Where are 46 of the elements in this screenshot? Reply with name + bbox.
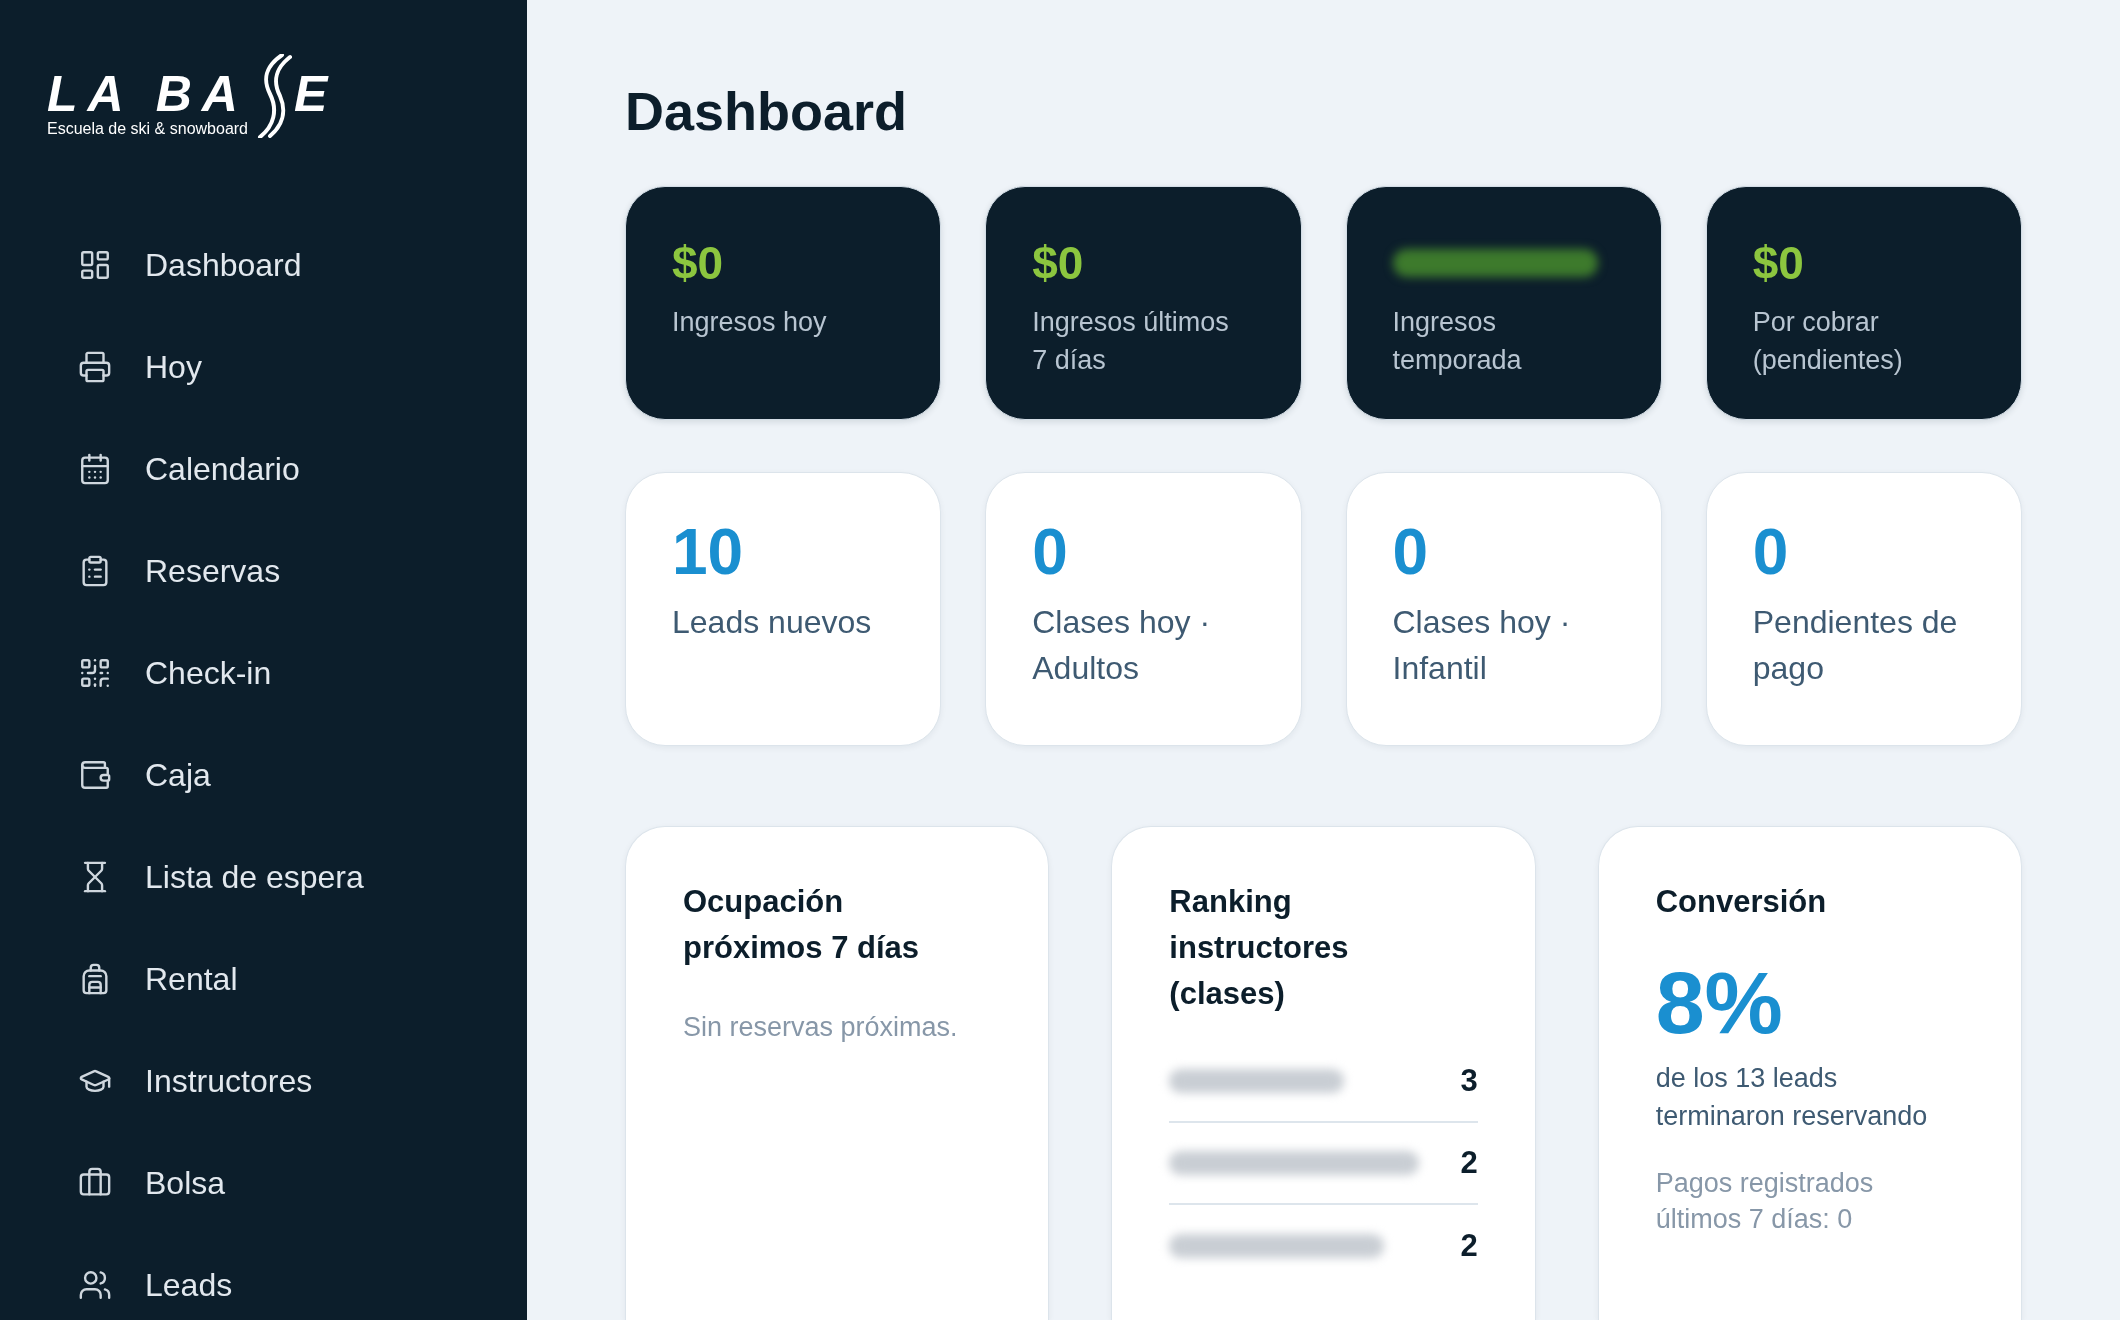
- logo-tagline: Escuela de ski & snowboard: [47, 120, 248, 138]
- stat-label: Pendientes de pago: [1752, 603, 1959, 688]
- dashboard-grid-icon: [78, 248, 112, 282]
- wallet-icon: [78, 758, 112, 792]
- logo-letters: E: [294, 74, 338, 114]
- empty-message: Sin reservas próximas.: [683, 1011, 958, 1044]
- nav-item[interactable]: Lista de espera: [78, 826, 364, 928]
- class-count: 3: [1460, 1062, 1478, 1100]
- card-title: Ocupación próximos 7 días: [683, 883, 921, 967]
- class-count: 2: [1460, 1227, 1478, 1265]
- stat-label: Clases hoy · Adultos: [1032, 603, 1212, 688]
- nav-item[interactable]: Leads: [78, 1234, 233, 1320]
- stat-value: 0: [1392, 517, 1429, 587]
- nav-item[interactable]: Rental: [78, 928, 238, 1030]
- revenue-value: $0: [1032, 236, 1084, 291]
- payments-note: Pagos registrados últimos 7 días: 0: [1655, 1167, 1875, 1236]
- stat-label: Leads nuevos: [672, 603, 872, 642]
- conversion-description: de los 13 leads terminaron reservando: [1655, 1062, 1929, 1133]
- revenue-label: Ingresos temporada: [1392, 306, 1523, 377]
- logo-letters: LA BA: [47, 74, 248, 114]
- conversion-rate: 8%: [1655, 955, 1783, 1051]
- stat-value: 0: [1032, 517, 1068, 587]
- revenue-value: $0: [672, 236, 724, 291]
- stat-value: 0: [1752, 517, 1789, 587]
- calendar-icon: [78, 452, 112, 486]
- card-title: Conversión: [1655, 883, 1827, 921]
- class-count: 2: [1460, 1144, 1478, 1182]
- printer-icon: [78, 350, 112, 384]
- nav-item[interactable]: Dashboard: [78, 214, 302, 316]
- revenue-value: $0: [1752, 236, 1804, 291]
- stat-label: Clases hoy · Infantil: [1392, 603, 1572, 688]
- nav-item[interactable]: Check-in: [78, 622, 272, 724]
- stat-value: 10: [672, 517, 744, 587]
- revenue-label: Ingresos hoy: [672, 306, 827, 339]
- qr-code-icon: [78, 656, 112, 690]
- nav-item[interactable]: Reservas: [78, 520, 281, 622]
- users-icon: [78, 1268, 112, 1302]
- nav-item[interactable]: Hoy: [78, 316, 202, 418]
- revenue-label: Ingresos últimos 7 días: [1032, 306, 1230, 377]
- page-title: Dashboard: [625, 80, 908, 142]
- nav-item[interactable]: Instructores: [78, 1030, 313, 1132]
- nav-item[interactable]: Calendario: [78, 418, 300, 520]
- nav-item[interactable]: Caja: [78, 724, 211, 826]
- revenue-label: Por cobrar (pendientes): [1752, 306, 1904, 377]
- card-title: Ranking instructores (clases): [1169, 883, 1350, 1013]
- nav-item[interactable]: Bolsa: [78, 1132, 226, 1234]
